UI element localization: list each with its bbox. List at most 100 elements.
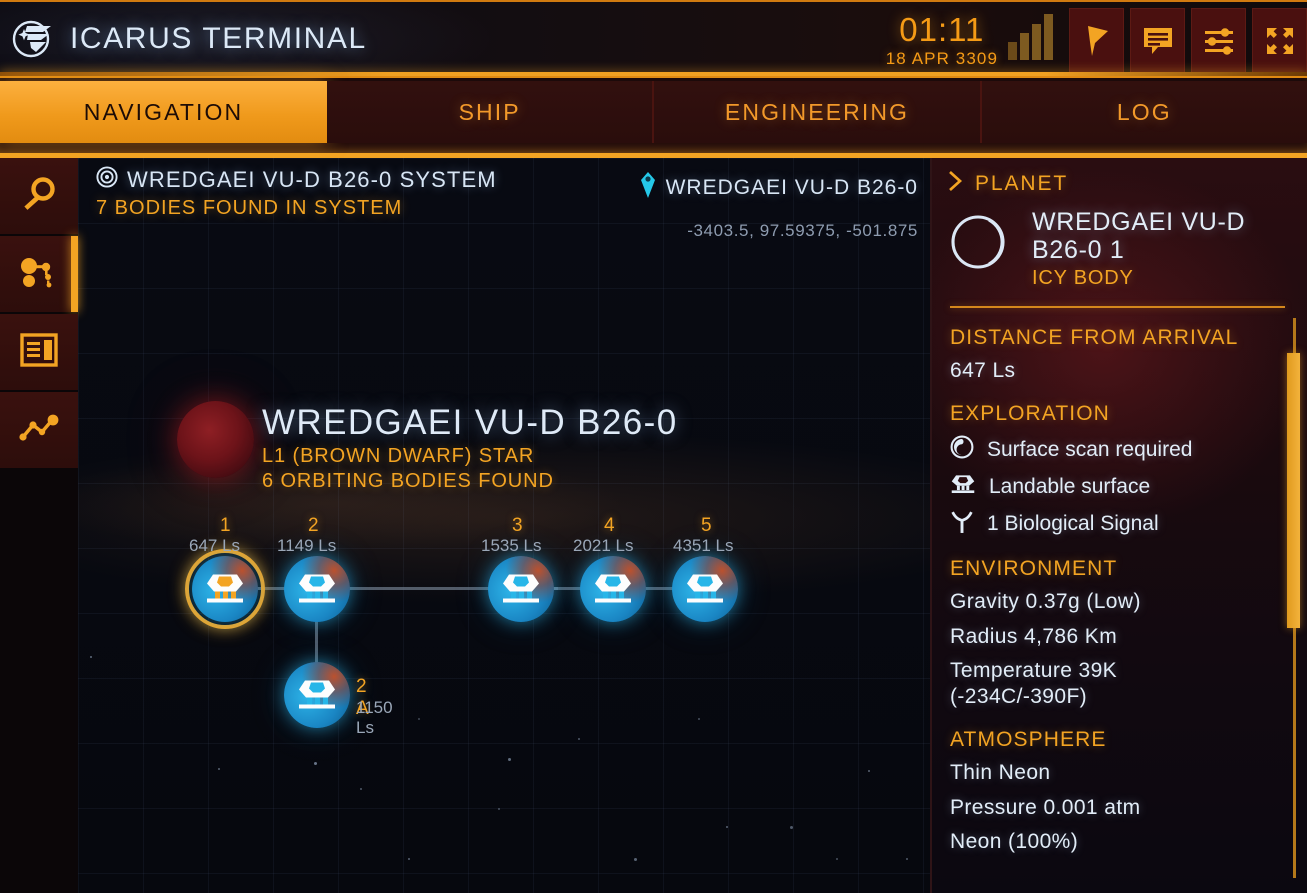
header-hud: 01:11 18 APR 3309	[882, 8, 1307, 74]
chat-icon[interactable]	[1130, 8, 1185, 74]
section-title-environment: ENVIRONMENT	[950, 557, 1118, 581]
star-orbiting-count: 6 ORBITING BODIES FOUND	[262, 470, 554, 492]
clock-date: 18 APR 3309	[885, 49, 998, 68]
body-label-number: 1	[220, 515, 231, 536]
planet-name: WREDGAEI VU-D B26-0 1	[1032, 208, 1246, 264]
main-tabs: NAVIGATION SHIP ENGINEERING LOG	[0, 78, 1307, 158]
star-info: WREDGAEI VU-D B26-0 L1 (BROWN DWARF) STA…	[262, 403, 678, 493]
body-node-5[interactable]: 5 4351 Ls	[672, 515, 738, 622]
tab-navigation[interactable]: NAVIGATION	[0, 81, 327, 143]
biological-signal-icon	[950, 509, 974, 539]
tab-engineering[interactable]: ENGINEERING	[654, 81, 982, 143]
location-pin-icon	[640, 172, 656, 203]
planet-phase-icon	[950, 209, 1016, 290]
orbit-connector-vertical	[315, 618, 318, 668]
body-disc	[192, 556, 258, 622]
star-body-icon[interactable]	[177, 401, 254, 478]
system-bodies-count: 7 BODIES FOUND IN SYSTEM	[96, 197, 403, 219]
icarus-wing-logo-icon	[10, 16, 56, 62]
system-map[interactable]: WREDGAEI VU-D B26-0 SYSTEM 7 BODIES FOUN…	[78, 158, 930, 893]
exploration-text: 1 Biological Signal	[987, 512, 1159, 536]
sidebar-rail	[0, 158, 78, 893]
star-name: WREDGAEI VU-D B26-0	[262, 403, 678, 442]
section-title-atmosphere: ATMOSPHERE	[950, 728, 1107, 752]
brand: ICARUS TERMINAL	[10, 16, 367, 62]
exploration-text: Surface scan required	[987, 437, 1193, 461]
body-disc	[284, 556, 350, 622]
body-node-3[interactable]: 3 1535 Ls	[481, 515, 554, 622]
body-disc	[672, 556, 738, 622]
landable-surface-icon	[683, 571, 727, 610]
sidebar-item-route[interactable]	[0, 392, 78, 468]
app-title: ICARUS TERMINAL	[70, 22, 367, 55]
planet-summary: WREDGAEI VU-D B26-0 1 ICY BODY	[932, 197, 1307, 290]
system-header: WREDGAEI VU-D B26-0 SYSTEM 7 BODIES FOUN…	[96, 166, 497, 220]
environment-temperature: Temperature 39K (-234C/-390F)	[950, 658, 1118, 708]
planet-titles: WREDGAEI VU-D B26-0 1 ICY BODY	[1032, 208, 1291, 290]
body-label-number: 5	[701, 515, 712, 536]
environment-gravity: Gravity 0.37g (Low)	[950, 590, 1141, 614]
tab-ship[interactable]: SHIP	[327, 81, 655, 143]
atmosphere-type: Thin Neon	[950, 761, 1051, 785]
body-node-1[interactable]: 1 647 Ls	[185, 515, 265, 629]
system-name: WREDGAEI VU-D B26-0 SYSTEM	[127, 166, 497, 192]
body-label-distance: 1535 Ls	[481, 536, 542, 555]
section-title-exploration: EXPLORATION	[950, 402, 1110, 426]
clock-block: 01:11 18 APR 3309	[882, 8, 1008, 74]
exploration-row-biological: 1 Biological Signal	[932, 500, 1307, 539]
exploration-row-surface-scan: Surface scan required	[932, 426, 1307, 464]
body-node-4[interactable]: 4 2021 Ls	[573, 515, 646, 622]
planet-type: ICY BODY	[1032, 267, 1134, 289]
sidebar-item-search[interactable]	[0, 158, 78, 234]
body-disc	[580, 556, 646, 622]
bookmark-icon[interactable]	[1069, 8, 1124, 74]
environment-radius: Radius 4,786 Km	[950, 624, 1118, 648]
body-label-number: 2	[308, 515, 319, 536]
panel-scrollbar-thumb[interactable]	[1287, 353, 1300, 628]
sidebar-item-system-map[interactable]	[0, 236, 78, 312]
body-label-distance: 1150 Ls	[356, 698, 393, 737]
clock-time: 01:11	[899, 11, 985, 48]
body-node-2a[interactable]: 2 A 1150 Ls	[284, 662, 393, 737]
tab-log[interactable]: LOG	[981, 81, 1307, 143]
surface-scan-icon	[950, 435, 974, 464]
list-panel-icon	[20, 332, 58, 372]
chevron-right-icon[interactable]	[948, 170, 963, 197]
exploration-row-landable: Landable surface	[932, 464, 1307, 500]
current-location: WREDGAEI VU-D B26-0 -3403.5, 97.59375, -…	[640, 172, 918, 241]
icarus-terminal-app: ICARUS TERMINAL 01:11 18 APR 3309 NAVIGA…	[0, 0, 1307, 893]
body-label-number: 4	[604, 515, 615, 536]
target-rings-icon	[96, 166, 118, 193]
fullscreen-icon[interactable]	[1252, 8, 1307, 74]
planet-detail-panel: PLANET WREDGAEI VU-D B26-0 1 ICY BODY DI…	[930, 158, 1307, 893]
starfield	[78, 158, 930, 893]
signal-strength-icon	[1008, 8, 1063, 74]
main-content: WREDGAEI VU-D B26-0 SYSTEM 7 BODIES FOUN…	[0, 158, 1307, 893]
panel-header-title: PLANET	[975, 171, 1069, 195]
landable-surface-icon	[950, 473, 976, 500]
body-label-distance: 647 Ls	[189, 536, 241, 555]
location-name: WREDGAEI VU-D B26-0	[665, 175, 918, 199]
body-label-distance: 1149 Ls	[277, 536, 337, 555]
body-label-number: 3	[512, 515, 523, 536]
star-type: L1 (BROWN DWARF) STAR	[262, 445, 535, 467]
settings-sliders-icon[interactable]	[1191, 8, 1246, 74]
location-coordinates: -3403.5, 97.59375, -501.875	[687, 221, 918, 240]
atmosphere-pressure: Pressure 0.001 atm	[950, 795, 1141, 819]
body-node-2[interactable]: 2 1149 Ls	[277, 515, 350, 622]
landable-surface-icon	[499, 571, 543, 610]
sidebar-item-body-list[interactable]	[0, 314, 78, 390]
body-label-distance: 2021 Ls	[573, 536, 634, 555]
route-chart-icon	[19, 411, 59, 450]
section-title-distance: DISTANCE FROM ARRIVAL	[950, 326, 1239, 349]
distance-value: 647 Ls	[950, 359, 1016, 382]
landable-surface-icon	[591, 571, 635, 610]
body-disc	[488, 556, 554, 622]
atmosphere-composition: Neon (100%)	[950, 829, 1079, 853]
system-map-icon	[19, 253, 59, 296]
search-icon	[20, 175, 58, 218]
panel-header[interactable]: PLANET	[932, 158, 1307, 197]
landable-surface-icon	[203, 571, 247, 610]
landable-surface-icon	[295, 677, 339, 716]
exploration-text: Landable surface	[989, 474, 1151, 498]
